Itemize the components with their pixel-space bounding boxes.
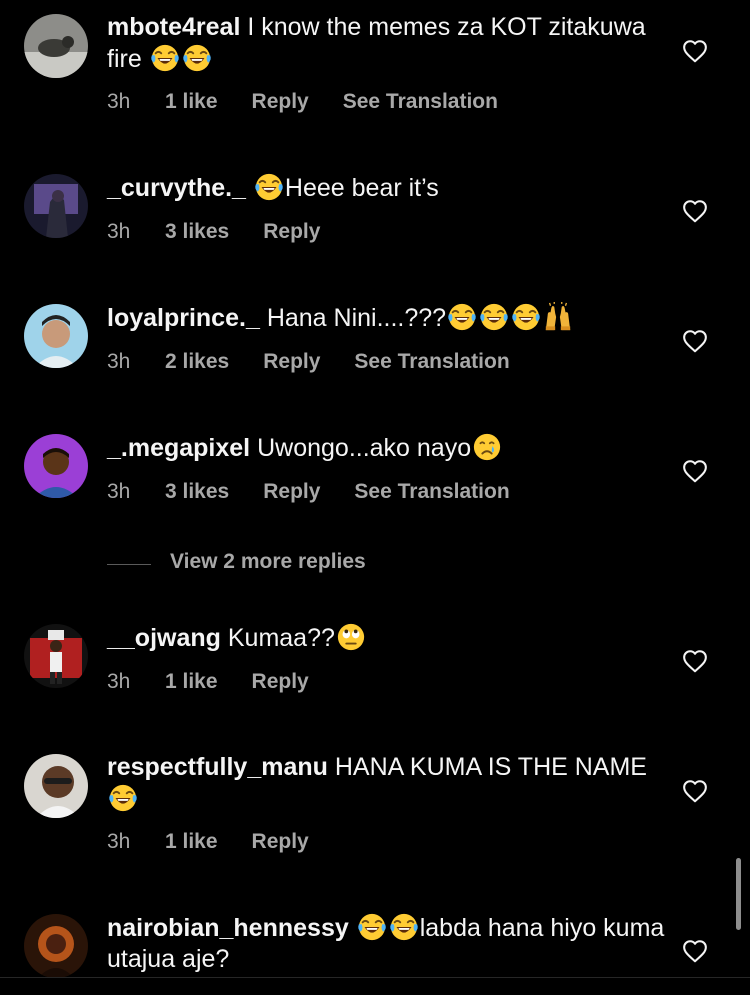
username[interactable]: __ojwang — [107, 624, 221, 652]
username[interactable]: respectfully_manu — [107, 753, 328, 781]
like-heart-icon[interactable] — [682, 39, 708, 63]
avatar[interactable] — [24, 624, 88, 688]
laughing-tears-emoji — [389, 912, 419, 942]
reply-button[interactable]: Reply — [252, 90, 309, 114]
like-heart-icon[interactable] — [682, 199, 708, 223]
avatar[interactable] — [24, 304, 88, 368]
reply-button[interactable]: Reply — [263, 350, 320, 374]
likes-count[interactable]: 3 likes — [165, 480, 229, 504]
laughing-tears-emoji — [357, 912, 387, 942]
laughing-tears-emoji — [182, 43, 212, 73]
avatar[interactable] — [24, 434, 88, 498]
comment-text: Kumaa?? — [227, 624, 335, 652]
username[interactable]: _.megapixel — [107, 434, 250, 462]
see-translation-button[interactable]: See Translation — [354, 350, 509, 374]
likes-count[interactable]: 3 likes — [165, 220, 229, 244]
username[interactable]: nairobian_hennessy — [107, 914, 349, 942]
eye-roll-emoji — [336, 622, 366, 652]
timestamp: 3h — [107, 670, 131, 693]
like-heart-icon[interactable] — [682, 939, 708, 963]
reply-button[interactable]: Reply — [252, 670, 309, 694]
laughing-tears-emoji — [108, 783, 138, 813]
avatar[interactable] — [24, 754, 88, 818]
reply-button[interactable]: Reply — [263, 480, 320, 504]
avatar[interactable] — [24, 174, 88, 238]
reply-button[interactable]: Reply — [263, 220, 320, 244]
laughing-tears-emoji — [479, 302, 509, 332]
username[interactable]: _curvythe._ — [107, 174, 246, 202]
avatar[interactable] — [24, 14, 88, 78]
reply-button[interactable]: Reply — [252, 830, 309, 854]
timestamp: 3h — [107, 220, 131, 243]
see-translation-button[interactable]: See Translation — [343, 90, 498, 114]
timestamp: 3h — [107, 480, 131, 503]
likes-count[interactable]: 1 like — [165, 830, 218, 854]
laughing-tears-emoji — [511, 302, 541, 332]
raising-hands-emoji — [543, 302, 573, 332]
view-more-replies[interactable]: View 2 more replies — [107, 548, 507, 580]
likes-count[interactable]: 1 like — [165, 670, 218, 694]
laughing-tears-emoji — [254, 172, 284, 202]
scrollbar[interactable] — [736, 858, 741, 930]
bottom-divider — [0, 977, 750, 978]
like-heart-icon[interactable] — [682, 459, 708, 483]
comment-text: HANA KUMA IS THE NAME — [334, 753, 647, 781]
likes-count[interactable]: 2 likes — [165, 350, 229, 374]
crying-face-emoji — [472, 432, 502, 462]
divider-line — [107, 564, 151, 565]
username[interactable]: mbote4real — [107, 13, 240, 41]
like-heart-icon[interactable] — [682, 649, 708, 673]
timestamp: 3h — [107, 350, 131, 373]
like-heart-icon[interactable] — [682, 779, 708, 803]
comment-text: Hana Nini....??? — [266, 304, 447, 332]
timestamp: 3h — [107, 90, 131, 113]
comment-text: Heee bear it’s — [284, 174, 439, 202]
username[interactable]: loyalprince._ — [107, 304, 260, 332]
view-more-replies-label[interactable]: View 2 more replies — [170, 550, 366, 574]
see-translation-button[interactable]: See Translation — [354, 480, 509, 504]
avatar[interactable] — [24, 914, 88, 978]
likes-count[interactable]: 1 like — [165, 90, 218, 114]
laughing-tears-emoji — [447, 302, 477, 332]
timestamp: 3h — [107, 830, 131, 853]
comment-text: Uwongo...ako nayo — [257, 434, 472, 462]
laughing-tears-emoji — [150, 43, 180, 73]
like-heart-icon[interactable] — [682, 329, 708, 353]
